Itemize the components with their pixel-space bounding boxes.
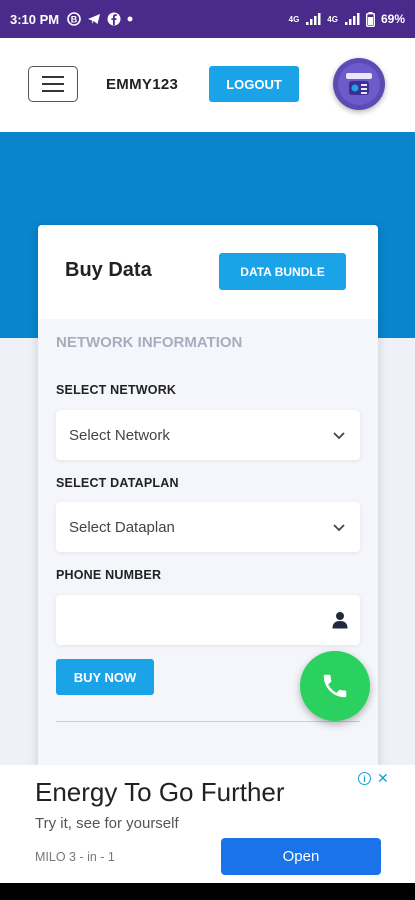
contact-icon[interactable] xyxy=(332,611,348,629)
telegram-icon xyxy=(88,14,101,24)
chevron-down-icon xyxy=(333,432,345,440)
chevron-down-icon xyxy=(333,524,345,532)
hamburger-icon-line xyxy=(42,90,64,92)
facebook-icon xyxy=(107,12,121,26)
page-title: Buy Data xyxy=(65,259,152,281)
battery-percent: 69% xyxy=(380,12,405,26)
dataplan-label: SELECT DATAPLAN xyxy=(56,476,179,490)
status-bar: 3:10 PM B 4G 4G 69% xyxy=(0,0,415,38)
hamburger-icon-line xyxy=(42,83,64,85)
phone-label: PHONE NUMBER xyxy=(56,568,162,582)
dot-icon xyxy=(127,16,133,22)
divider xyxy=(56,721,360,722)
avatar[interactable] xyxy=(333,58,385,110)
system-icons: 4G 4G 69% xyxy=(288,11,405,27)
ad-title[interactable]: Energy To Go Further xyxy=(35,777,285,808)
signal-icon-2 xyxy=(344,13,360,25)
close-icon[interactable]: ✕ xyxy=(377,770,389,787)
phone-icon xyxy=(323,674,347,698)
logout-button[interactable]: LOGOUT xyxy=(209,66,299,102)
data-bundle-button[interactable]: DATA BUNDLE xyxy=(219,253,346,290)
signal-icon xyxy=(306,13,321,25)
svg-text:B: B xyxy=(71,15,78,25)
menu-button[interactable] xyxy=(28,66,78,102)
network-4g-label: 4G xyxy=(288,14,300,24)
ad-banner[interactable]: Energy To Go Further Try it, see for you… xyxy=(0,765,415,883)
info-icon[interactable]: i xyxy=(358,772,371,785)
b-badge-icon: B xyxy=(67,12,81,26)
network-4g-label-2: 4G xyxy=(327,14,338,24)
battery-icon xyxy=(365,11,375,27)
section-heading: NETWORK INFORMATION xyxy=(56,334,243,351)
ad-choices[interactable]: i ✕ xyxy=(358,770,389,787)
network-select-value: Select Network xyxy=(69,426,170,444)
call-button[interactable] xyxy=(300,651,370,721)
buy-now-button[interactable]: BUY NOW xyxy=(56,659,154,695)
dataplan-select[interactable]: Select Dataplan xyxy=(56,502,360,552)
card-header: Buy Data DATA BUNDLE xyxy=(38,225,378,319)
ad-brand: MILO 3 - in - 1 xyxy=(35,850,115,864)
hamburger-icon-line xyxy=(42,76,64,78)
app-header: EMMY123 LOGOUT xyxy=(0,38,415,132)
brand-logo-icon xyxy=(338,63,380,105)
dataplan-select-value: Select Dataplan xyxy=(69,518,175,536)
ad-subtitle: Try it, see for yourself xyxy=(35,815,179,832)
network-select[interactable]: Select Network xyxy=(56,410,360,460)
status-time: 3:10 PM xyxy=(10,11,60,27)
ad-open-button[interactable]: Open xyxy=(221,838,381,875)
username-label: EMMY123 xyxy=(106,76,179,93)
network-label: SELECT NETWORK xyxy=(56,383,177,397)
phone-number-input[interactable] xyxy=(56,595,360,645)
system-nav-bar xyxy=(0,883,415,900)
notification-icons: B xyxy=(67,12,133,26)
